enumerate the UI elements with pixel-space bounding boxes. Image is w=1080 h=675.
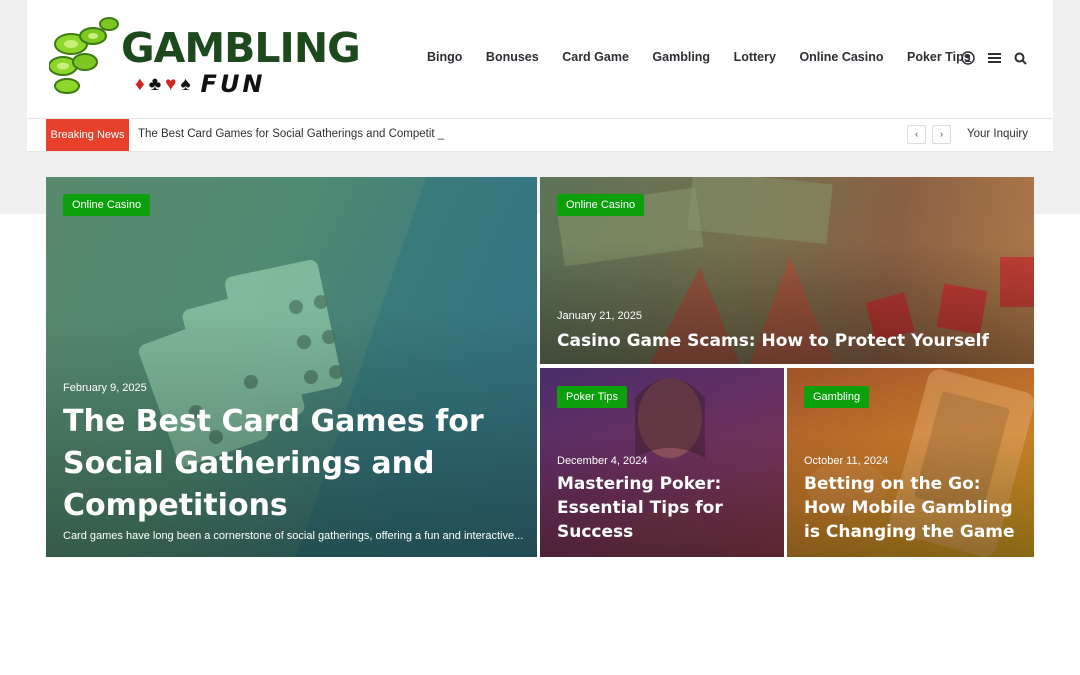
site-logo[interactable]: GAMBLING ♦ ♣ ♥ ♠ FUN: [49, 14, 361, 98]
logo-wordmark: GAMBLING: [121, 24, 361, 72]
post-excerpt: Card games have long been a cornerstone …: [63, 530, 524, 542]
diamond-icon: ♦: [135, 73, 145, 95]
club-icon: ♣: [148, 73, 162, 95]
chips-icon: [49, 17, 119, 94]
category-badge[interactable]: Online Casino: [557, 194, 645, 216]
post-title[interactable]: The Best Card Games for Social Gathering…: [63, 401, 523, 527]
featured-post-card[interactable]: Online Casino February 9, 2025 The Best …: [46, 177, 537, 557]
heart-icon: ♥: [165, 73, 177, 95]
nav-item-online-casino[interactable]: Online Casino: [799, 50, 883, 64]
your-inquiry-link[interactable]: Your Inquiry: [967, 128, 1028, 140]
post-date: December 4, 2024: [557, 455, 648, 467]
menu-icon[interactable]: [987, 50, 1001, 66]
featured-post-card[interactable]: Gambling October 11, 2024 Betting on the…: [787, 368, 1034, 557]
category-badge[interactable]: Online Casino: [63, 194, 151, 216]
nav-item-card-game[interactable]: Card Game: [562, 50, 629, 64]
post-title[interactable]: Betting on the Go: How Mobile Gambling i…: [804, 473, 1026, 544]
user-icon[interactable]: [961, 50, 975, 66]
post-date: February 9, 2025: [63, 382, 147, 394]
post-date: January 21, 2025: [557, 310, 643, 322]
main-nav: Bingo Bonuses Card Game Gambling Lottery…: [427, 50, 994, 64]
breaking-news-headline[interactable]: The Best Card Games for Social Gathering…: [138, 128, 444, 140]
search-icon[interactable]: [1013, 50, 1027, 66]
featured-post-card[interactable]: Online Casino January 21, 2025 Casino Ga…: [540, 177, 1034, 364]
featured-post-card[interactable]: Poker Tips December 4, 2024 Mastering Po…: [540, 368, 784, 557]
logo-subline: ♦ ♣ ♥ ♠ FUN: [135, 72, 266, 96]
breaking-news-bar: Breaking News The Best Card Games for So…: [27, 119, 1053, 152]
nav-item-bonuses[interactable]: Bonuses: [486, 50, 539, 64]
category-badge[interactable]: Gambling: [804, 386, 870, 408]
logo-subtitle: FUN: [200, 70, 266, 98]
nav-item-gambling[interactable]: Gambling: [652, 50, 710, 64]
chevron-right-icon[interactable]: ›: [932, 125, 951, 144]
nav-item-lottery[interactable]: Lottery: [734, 50, 776, 64]
post-title[interactable]: Casino Game Scams: How to Protect Yourse…: [557, 330, 1027, 352]
spade-icon: ♠: [180, 73, 191, 95]
breaking-news-label: Breaking News: [46, 119, 129, 151]
nav-item-bingo[interactable]: Bingo: [427, 50, 462, 64]
post-title[interactable]: Mastering Poker: Essential Tips for Succ…: [557, 473, 772, 544]
category-badge[interactable]: Poker Tips: [557, 386, 627, 408]
site-header: GAMBLING ♦ ♣ ♥ ♠ FUN Bingo Bonuses Card …: [27, 0, 1053, 119]
header-actions: [961, 50, 1027, 66]
post-date: October 11, 2024: [804, 455, 889, 467]
chevron-left-icon[interactable]: ‹: [907, 125, 926, 144]
